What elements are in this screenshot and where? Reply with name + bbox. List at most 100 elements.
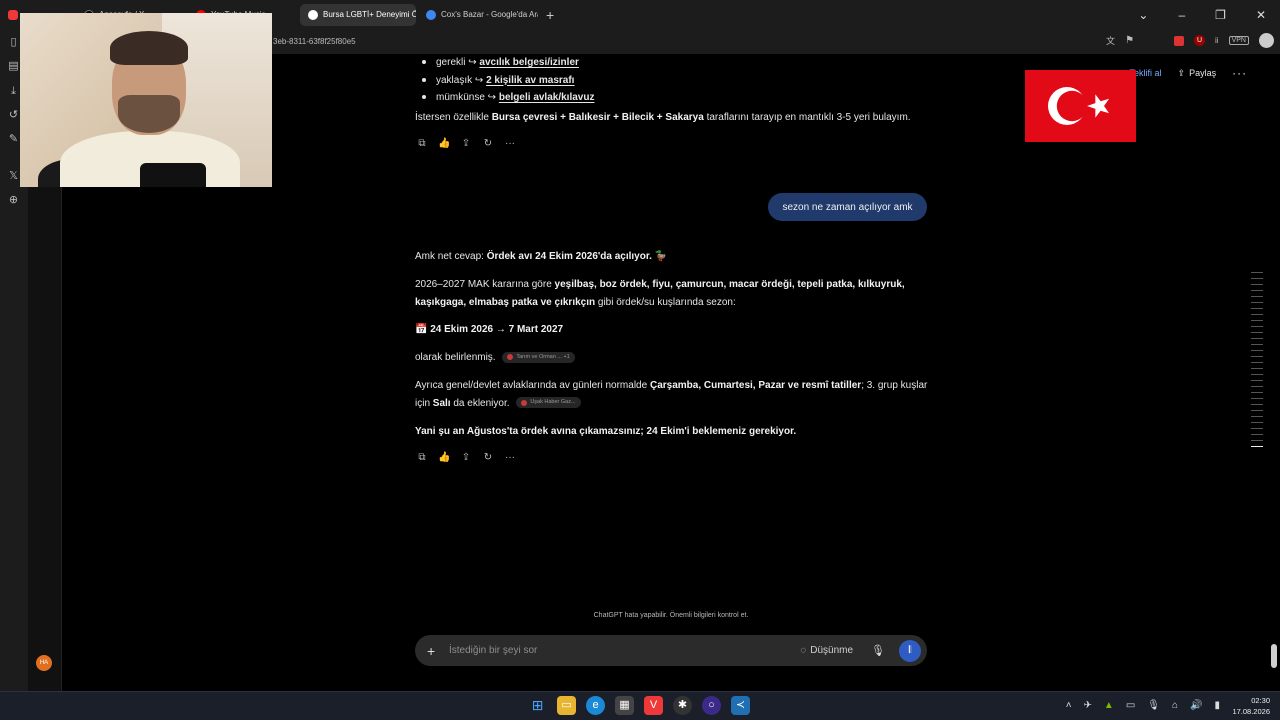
more-options-icon[interactable]: ··· bbox=[1232, 66, 1247, 80]
bullet-link[interactable]: avcılık belgesi/izinler bbox=[479, 57, 579, 68]
store-icon[interactable]: ▦ bbox=[615, 696, 634, 715]
source-chip-tarim[interactable]: Tarım ve Orman ... +1 bbox=[502, 351, 575, 363]
obs-icon[interactable]: ○ bbox=[702, 696, 721, 715]
panel-icon[interactable]: ▯ bbox=[7, 36, 20, 49]
tab-coxs-bazar[interactable]: Cox's Bazar - Google'da Ara bbox=[418, 4, 538, 26]
closing-bold: Bursa çevresi + Balıkesir + Bilecik + Sa… bbox=[491, 111, 704, 123]
voice-mode-button[interactable]: 𝄃 bbox=[899, 639, 921, 662]
list-item: mümkünse ↪ belgeli avlak/kılavuz bbox=[421, 89, 930, 107]
message-actions-current: ⧉ 👍 ⇪ ↻ ··· bbox=[416, 450, 516, 464]
source-chip-usak[interactable]: Uşak Haber Gaz... bbox=[516, 397, 581, 409]
add-panel-icon[interactable]: ⊕ bbox=[7, 194, 20, 207]
minimize-icon[interactable]: – bbox=[1178, 8, 1185, 22]
windows-start-icon[interactable]: ⊞ bbox=[528, 696, 547, 715]
translate-icon[interactable]: 文 bbox=[1106, 34, 1115, 47]
bullet-prefix: yaklaşık ↪ bbox=[436, 74, 484, 86]
feedback-icon[interactable]: 👍 bbox=[438, 138, 450, 149]
answer-text: Ayrıca genel/devlet avlaklarında av günl… bbox=[415, 380, 648, 391]
page-scrollbar[interactable] bbox=[1270, 54, 1278, 674]
bullet-link[interactable]: belgeli avlak/kılavuz bbox=[499, 92, 595, 103]
user-message-bubble: sezon ne zaman açılıyor amk bbox=[768, 193, 927, 221]
url-text[interactable]: 3eb-8311-63f8f25f80e5 bbox=[273, 37, 356, 46]
tray-mic-icon[interactable]: 🎙 bbox=[1147, 700, 1160, 711]
regenerate-icon[interactable]: ↻ bbox=[482, 452, 494, 463]
tab-label: Bursa LGBTİ+ Deneyimi Öz bbox=[323, 10, 416, 19]
attach-plus-icon[interactable]: + bbox=[427, 643, 439, 659]
chat-header-actions: ✦ Teklifi al ⇪ Paylaş ··· bbox=[1118, 66, 1247, 80]
vivaldi-taskbar-icon[interactable]: V bbox=[644, 696, 663, 715]
edge-icon[interactable]: e bbox=[586, 696, 605, 715]
turkish-flag-image bbox=[1025, 70, 1136, 142]
share-message-icon[interactable]: ⇪ bbox=[460, 452, 472, 463]
answer-paragraph-4: olarak belirlenmiş. Tarım ve Orman ... +… bbox=[415, 349, 930, 367]
answer-bold: Ördek avı 24 Ekim 2026'da açılıyor. bbox=[486, 251, 652, 262]
tray-network-icon[interactable]: ⌂ bbox=[1172, 700, 1178, 711]
extension-red-icon[interactable] bbox=[1174, 35, 1185, 46]
lightbulb-icon: ◌ bbox=[800, 645, 807, 656]
message-composer: + İstediğin bir şeyi sor ◌ Düşünme 🎙 𝄃 bbox=[415, 635, 927, 666]
tray-monitor-icon[interactable]: ▭ bbox=[1126, 700, 1135, 711]
answer-text: olarak belirlenmiş. bbox=[415, 352, 496, 363]
tray-app-icon[interactable]: ✈ bbox=[1084, 700, 1092, 711]
closing-text-end: taraflarını tarayıp en mantıklı 3-5 yeri… bbox=[706, 111, 911, 123]
scrollbar-thumb[interactable] bbox=[1271, 644, 1277, 668]
maximize-icon[interactable]: ❐ bbox=[1215, 8, 1226, 22]
new-tab-button[interactable]: + bbox=[546, 7, 554, 23]
close-window-icon[interactable]: ✕ bbox=[1256, 8, 1266, 22]
bullet-list: gerekli ↪ avcılık belgesi/izinler yaklaş… bbox=[415, 54, 930, 107]
flag-crescent-star-icon bbox=[1048, 87, 1110, 125]
tray-volume-icon[interactable]: 🔊 bbox=[1190, 700, 1202, 711]
thinking-toggle[interactable]: ◌ Düşünme bbox=[800, 645, 853, 656]
profile-icon[interactable] bbox=[1259, 33, 1274, 48]
chatgpt-taskbar-icon[interactable]: ✱ bbox=[673, 696, 692, 715]
vpn-icon[interactable]: VPN bbox=[1228, 36, 1249, 45]
bookmark-icon[interactable]: ⚑ bbox=[1125, 35, 1134, 46]
user-avatar[interactable]: HA bbox=[36, 655, 52, 671]
tab-list-icon[interactable]: ⌄ bbox=[1138, 8, 1148, 22]
source-label: Tarım ve Orman ... +1 bbox=[516, 353, 570, 360]
regenerate-icon[interactable]: ↻ bbox=[482, 138, 494, 149]
history-icon[interactable]: ↺ bbox=[7, 109, 20, 122]
copy-icon[interactable]: ⧉ bbox=[416, 452, 428, 463]
downloads-icon[interactable]: ⤓ bbox=[7, 85, 20, 98]
feedback-icon[interactable]: 👍 bbox=[438, 452, 450, 463]
answer-paragraph-1: Amk net cevap: Ördek avı 24 Ekim 2026'da… bbox=[415, 248, 930, 266]
x-panel-icon[interactable]: 𝕏 bbox=[7, 170, 20, 183]
thinking-label: Düşünme bbox=[810, 645, 854, 656]
system-clock[interactable]: 02:30 17.08.2026 bbox=[1232, 695, 1270, 717]
tray-overflow-icon[interactable]: ˄ bbox=[1066, 700, 1072, 711]
season-range: 24 Ekim 2026 → 7 Mart 2027 bbox=[430, 324, 564, 335]
chat-input[interactable]: İstediğin bir şeyi sor bbox=[449, 645, 800, 656]
answer-text: 2026–2027 MAK kararına göre bbox=[415, 279, 552, 290]
extension-ii-icon[interactable]: ii bbox=[1215, 36, 1219, 45]
bullet-link[interactable]: 2 kişilik av masrafı bbox=[486, 75, 574, 86]
answer-text-end: gibi ördek/su kuşlarında sezon: bbox=[597, 296, 736, 308]
tab-bursa-lgbti[interactable]: Bursa LGBTİ+ Deneyimi Öz bbox=[300, 3, 416, 26]
season-dates: 📅 24 Ekim 2026 → 7 Mart 2027 bbox=[415, 321, 930, 339]
bullet-prefix: mümkünse ↪ bbox=[436, 92, 497, 103]
google-icon bbox=[426, 9, 436, 20]
tray-battery-icon[interactable]: ▮ bbox=[1214, 700, 1220, 711]
source-favicon-icon bbox=[507, 354, 514, 361]
reading-list-icon[interactable]: ▤ bbox=[7, 60, 20, 73]
share-label: Paylaş bbox=[1189, 68, 1217, 78]
notes-icon[interactable]: ✎ bbox=[7, 133, 20, 146]
conversation-minimap[interactable] bbox=[1251, 272, 1263, 452]
tray-nvidia-icon[interactable]: ▲ bbox=[1104, 700, 1114, 711]
copy-icon[interactable]: ⧉ bbox=[416, 138, 428, 149]
calendar-icon: 📅 bbox=[415, 324, 428, 335]
share-button[interactable]: ⇪ Paylaş bbox=[1178, 68, 1217, 79]
chatgpt-icon bbox=[308, 9, 318, 20]
share-message-icon[interactable]: ⇪ bbox=[460, 138, 472, 149]
ublock-icon[interactable]: U bbox=[1194, 35, 1206, 46]
source-label: Uşak Haber Gaz... bbox=[530, 399, 576, 406]
microphone-image bbox=[140, 163, 206, 187]
microphone-icon[interactable]: 🎙 bbox=[871, 644, 885, 657]
file-explorer-icon[interactable]: ▭ bbox=[557, 696, 576, 715]
more-icon[interactable]: ··· bbox=[504, 452, 516, 463]
windows-taskbar: ⊞ ▭ e ▦ V ✱ ○ ≺ ˄ ✈ ▲ ▭ 🎙 ⌂ 🔊 ▮ 02:30 17… bbox=[0, 691, 1280, 720]
list-item: gerekli ↪ avcılık belgesi/izinler bbox=[421, 54, 930, 72]
person-beard bbox=[118, 95, 180, 133]
vscode-icon[interactable]: ≺ bbox=[731, 696, 750, 715]
more-icon[interactable]: ··· bbox=[504, 138, 516, 149]
